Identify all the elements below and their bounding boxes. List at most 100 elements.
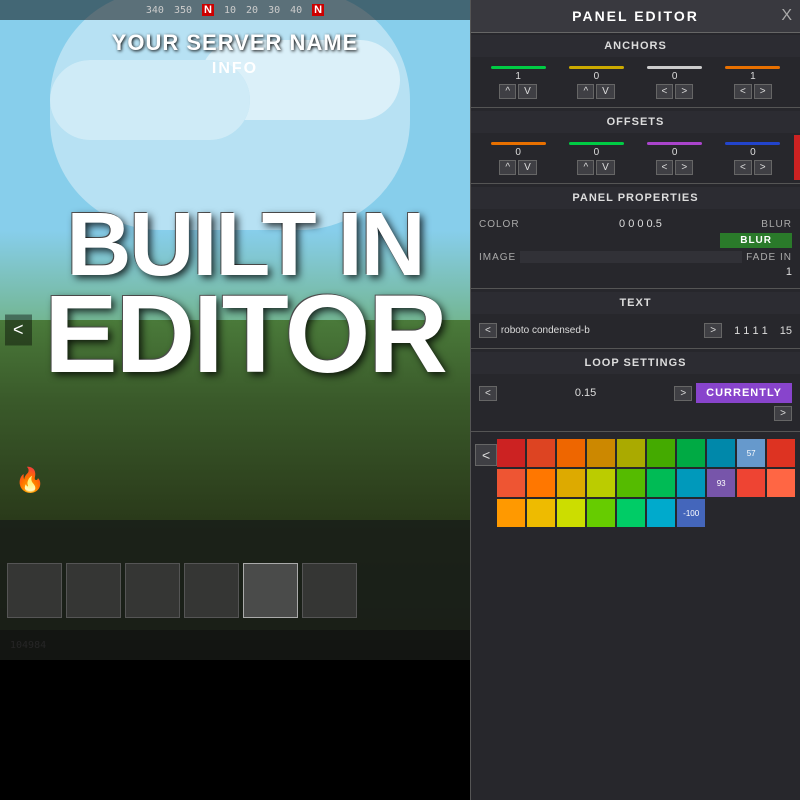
swatch-blue-special[interactable]: 57 bbox=[737, 439, 765, 467]
text-section: < roboto condensed-b > 1 1 1 1 15 bbox=[471, 316, 800, 345]
offset-left-2[interactable]: < bbox=[734, 160, 752, 175]
anchor-up-2[interactable]: ^ bbox=[577, 84, 594, 99]
blur-label-1: BLUR bbox=[761, 219, 792, 230]
swatch-yellow-2[interactable] bbox=[557, 469, 585, 497]
font-next-button[interactable]: > bbox=[704, 323, 722, 338]
torch-icon: 🔥 bbox=[15, 466, 45, 495]
swatch-red-2[interactable] bbox=[527, 439, 555, 467]
inv-slot-6[interactable] bbox=[302, 563, 357, 618]
palette-left-button[interactable]: < bbox=[475, 444, 497, 466]
offset-down-1[interactable]: V bbox=[518, 160, 537, 175]
ruler-mark-10: 10 bbox=[224, 5, 236, 16]
panel-header: PANEL EDITOR X bbox=[471, 0, 800, 33]
swatch-cyan-3[interactable] bbox=[647, 499, 675, 527]
swatch-green-1[interactable] bbox=[647, 439, 675, 467]
anchor-ctrl-group-4: < > bbox=[734, 84, 772, 99]
offset-left-1[interactable]: < bbox=[656, 160, 674, 175]
offset-right-2[interactable]: > bbox=[754, 160, 772, 175]
anchor-right-1[interactable]: > bbox=[675, 84, 693, 99]
properties-wrapper: COLOR 0 0 0 0.5 BLUR BLUR IMAGE FADE IN … bbox=[471, 211, 800, 285]
offset-down-2[interactable]: V bbox=[596, 160, 615, 175]
anchors-section-header: ANCHORS bbox=[471, 35, 800, 57]
swatch-green-4[interactable] bbox=[647, 469, 675, 497]
torch-item: 🔥 bbox=[10, 460, 50, 500]
anchor-down-2[interactable]: V bbox=[596, 84, 615, 99]
panel-close-button[interactable]: X bbox=[781, 7, 792, 25]
ruler-mark-40: 40 bbox=[290, 5, 302, 16]
swatch-lime-1[interactable] bbox=[587, 469, 615, 497]
loop-down-button[interactable]: > bbox=[774, 406, 792, 421]
blur-btn-row: BLUR bbox=[479, 233, 792, 248]
anchor-slider-orange bbox=[725, 66, 780, 69]
anchor-left-1[interactable]: < bbox=[656, 84, 674, 99]
anchor-sliders-row: 1 0 0 1 bbox=[479, 64, 792, 84]
palette-rows: 57 93 -100 bbox=[497, 439, 800, 527]
font-row: < roboto condensed-b > 1 1 1 1 15 bbox=[479, 323, 792, 338]
divider-1 bbox=[471, 107, 800, 108]
anchor-up-1[interactable]: ^ bbox=[499, 84, 516, 99]
swatch-orange-3[interactable] bbox=[527, 469, 555, 497]
left-scroll-button[interactable]: < bbox=[5, 315, 32, 346]
palette-container: < 57 93 bbox=[471, 435, 800, 531]
inv-slot-5[interactable] bbox=[243, 563, 298, 618]
anchor-slider-green bbox=[491, 66, 546, 69]
swatch-green-2[interactable] bbox=[677, 439, 705, 467]
inv-slot-1[interactable] bbox=[7, 563, 62, 618]
swatch-green-5[interactable] bbox=[587, 499, 615, 527]
anchor-right-2[interactable]: > bbox=[754, 84, 772, 99]
anchor-val-4: 1 bbox=[750, 71, 756, 82]
swatch-orange-2[interactable] bbox=[587, 439, 615, 467]
fade-value-row: 1 bbox=[479, 266, 792, 278]
fade-label: FADE IN bbox=[746, 252, 792, 263]
currently-button[interactable]: CURRENTLY bbox=[696, 383, 792, 403]
inventory-bar bbox=[0, 520, 470, 660]
swatch-green-3[interactable] bbox=[617, 469, 645, 497]
loop-right-button[interactable]: > bbox=[674, 386, 692, 401]
offset-slider-1: 0 bbox=[479, 142, 557, 158]
compass-north: N bbox=[202, 4, 214, 16]
text-color-values: 1 1 1 1 bbox=[734, 325, 768, 337]
offset-right-1[interactable]: > bbox=[675, 160, 693, 175]
swatch-cyan-2[interactable] bbox=[677, 469, 705, 497]
swatch-cyan-1[interactable] bbox=[707, 439, 735, 467]
swatch-green-6[interactable] bbox=[617, 499, 645, 527]
offsets-wrapper: 0 0 0 0 ^ V bbox=[471, 135, 800, 180]
offset-controls: ^ V ^ V < > < > bbox=[479, 160, 792, 175]
swatch-yellow-1[interactable] bbox=[617, 439, 645, 467]
swatch-blue-special2[interactable]: -100 bbox=[677, 499, 705, 527]
loop-controls-row: < 0.15 > CURRENTLY bbox=[479, 383, 792, 403]
blur-button[interactable]: BLUR bbox=[720, 233, 792, 248]
hud-ruler: 340 350 N 10 20 30 40 N bbox=[0, 0, 470, 20]
loop-left-button[interactable]: < bbox=[479, 386, 497, 401]
font-prev-button[interactable]: < bbox=[479, 323, 497, 338]
offset-up-1[interactable]: ^ bbox=[499, 160, 516, 175]
inv-slot-3[interactable] bbox=[125, 563, 180, 618]
offsets-right-accent bbox=[794, 135, 800, 180]
panel-editor: PANEL EDITOR X ANCHORS 1 0 0 1 bbox=[470, 0, 800, 800]
swatch-red-1[interactable] bbox=[497, 439, 525, 467]
swatch-orange-1[interactable] bbox=[557, 439, 585, 467]
panel-properties-header: PANEL PROPERTIES bbox=[471, 187, 800, 209]
swatch-orange-4[interactable] bbox=[497, 499, 525, 527]
anchor-left-2[interactable]: < bbox=[734, 84, 752, 99]
ruler-mark-350: 350 bbox=[174, 5, 192, 16]
info-label: INFO bbox=[0, 60, 470, 78]
swatch-red-4[interactable] bbox=[497, 469, 525, 497]
anchor-down-1[interactable]: V bbox=[518, 84, 537, 99]
swatch-red-6[interactable] bbox=[767, 469, 795, 497]
swatch-yellow-3[interactable] bbox=[527, 499, 555, 527]
loop-value-display: 0.15 bbox=[501, 387, 670, 399]
inv-slot-2[interactable] bbox=[66, 563, 121, 618]
swatch-purple-special[interactable]: 93 bbox=[707, 469, 735, 497]
offset-val-2: 0 bbox=[594, 147, 600, 158]
swatch-lime-2[interactable] bbox=[557, 499, 585, 527]
anchor-ctrl-group-3: < > bbox=[656, 84, 694, 99]
offset-slider-2: 0 bbox=[557, 142, 635, 158]
swatch-red-3[interactable] bbox=[767, 439, 795, 467]
inv-slot-4[interactable] bbox=[184, 563, 239, 618]
offset-up-2[interactable]: ^ bbox=[577, 160, 594, 175]
text-size-value: 15 bbox=[780, 325, 792, 337]
color-label: COLOR bbox=[479, 219, 520, 230]
swatch-red-5[interactable] bbox=[737, 469, 765, 497]
anchor-ctrl-group-2: ^ V bbox=[577, 84, 614, 99]
